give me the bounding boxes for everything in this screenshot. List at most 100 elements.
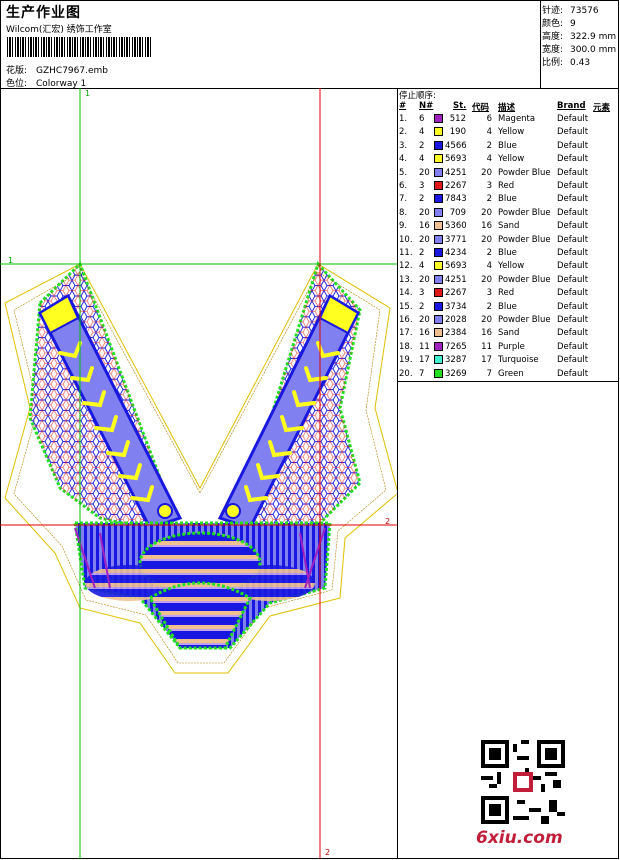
row-needle: 17 xyxy=(419,355,430,366)
row-description: Powder Blue xyxy=(498,207,551,218)
color-sequence-row: 13. 20 4251 20 Powder Blue Default xyxy=(399,274,617,288)
row-needle: 3 xyxy=(419,288,425,299)
row-brand: Default xyxy=(557,140,589,151)
color-sequence-row: 19. 17 3287 17 Turquoise Default xyxy=(399,355,617,368)
color-sequence-row: 3. 2 4566 2 Blue Default xyxy=(399,140,617,154)
color-sequence-row: 20. 7 3269 7 Green Default xyxy=(399,368,617,382)
row-description: Blue xyxy=(498,248,517,258)
row-number: 16. xyxy=(399,315,413,325)
row-code: 16 xyxy=(481,328,492,339)
row-number: 15. xyxy=(399,301,413,312)
axis-label-left-y: 1 xyxy=(8,256,14,265)
row-code: 2 xyxy=(486,194,492,205)
color-sequence-row: 12. 4 5693 4 Yellow Default xyxy=(399,261,617,274)
row-brand: Default xyxy=(557,167,589,178)
color-sequence-row: 16. 20 2028 20 Powder Blue Default xyxy=(399,315,617,328)
row-description: Sand xyxy=(498,221,520,232)
row-stitches: 2028 xyxy=(445,315,467,325)
color-swatch xyxy=(434,288,443,298)
color-swatch xyxy=(434,328,443,338)
color-swatch xyxy=(434,221,443,231)
row-needle: 7 xyxy=(419,368,425,379)
row-stitches: 7265 xyxy=(445,341,467,352)
row-needle: 20 xyxy=(419,167,430,178)
color-swatch xyxy=(434,315,443,324)
row-stitches: 2267 xyxy=(445,288,467,299)
row-code: 20 xyxy=(481,167,492,178)
color-sequence-row: 10. 20 3771 20 Powder Blue Default xyxy=(399,234,617,248)
row-needle: 3 xyxy=(419,181,425,191)
row-number: 8. xyxy=(399,207,408,218)
row-stitches: 5693 xyxy=(445,261,467,272)
row-description: Turquoise xyxy=(498,355,539,366)
row-brand: Default xyxy=(557,301,589,312)
color-sequence-row: 9. 16 5360 16 Sand Default xyxy=(399,221,617,234)
row-brand: Default xyxy=(557,194,589,205)
row-stitches: 512 xyxy=(449,114,466,124)
color-swatch xyxy=(434,207,443,217)
row-needle: 20 xyxy=(419,315,430,325)
row-needle: 2 xyxy=(419,140,425,151)
row-needle: 2 xyxy=(419,194,425,205)
row-code: 7 xyxy=(486,368,492,379)
row-number: 17. xyxy=(399,328,413,339)
row-code: 11 xyxy=(481,341,492,352)
row-description: Powder Blue xyxy=(498,274,551,285)
row-brand: Default xyxy=(557,315,589,325)
color-swatch xyxy=(434,181,443,190)
stat-width: 宽度: 300.0 mm xyxy=(542,45,617,55)
row-code: 20 xyxy=(481,315,492,325)
row-number: 13. xyxy=(399,274,413,285)
stat-stitches: 针迹: 73576 xyxy=(542,6,599,16)
row-needle: 11 xyxy=(419,341,430,352)
row-description: Powder Blue xyxy=(498,234,551,245)
row-stitches: 190 xyxy=(449,127,466,138)
row-code: 6 xyxy=(486,114,492,124)
row-needle: 2 xyxy=(419,248,425,258)
row-code: 3 xyxy=(486,288,492,299)
color-swatch xyxy=(434,261,443,271)
color-sequence-header: # N# St. 代码 描述 Brand 元素 xyxy=(399,101,611,113)
row-number: 12. xyxy=(399,261,413,272)
row-description: Powder Blue xyxy=(498,315,551,325)
row-stitches: 5360 xyxy=(445,221,467,232)
row-number: 7. xyxy=(399,194,408,205)
row-needle: 4 xyxy=(419,261,425,272)
row-description: Red xyxy=(498,181,515,191)
watermark: 6xiu.com xyxy=(476,828,563,848)
row-brand: Default xyxy=(557,328,589,339)
row-brand: Default xyxy=(557,355,589,366)
row-number: 20. xyxy=(399,368,413,379)
row-code: 4 xyxy=(486,154,492,165)
color-swatch xyxy=(434,114,443,123)
color-swatch xyxy=(434,194,443,204)
row-code: 16 xyxy=(481,221,492,232)
row-brand: Default xyxy=(557,114,589,124)
color-sequence-row: 6. 3 2267 3 Red Default xyxy=(399,181,617,194)
stat-scale: 比例: 0.43 xyxy=(542,58,591,68)
row-brand: Default xyxy=(557,207,589,218)
row-needle: 16 xyxy=(419,328,430,339)
row-brand: Default xyxy=(557,368,589,379)
row-description: Sand xyxy=(498,328,520,339)
row-stitches: 2384 xyxy=(445,328,467,339)
row-brand: Default xyxy=(557,127,589,138)
color-swatch xyxy=(434,234,443,244)
row-number: 2. xyxy=(399,127,408,138)
axis-label-right-y: 2 xyxy=(385,517,391,526)
color-swatch xyxy=(434,167,443,177)
row-description: Green xyxy=(498,368,524,379)
color-swatch xyxy=(434,154,443,164)
row-description: Powder Blue xyxy=(498,167,551,178)
row-description: Purple xyxy=(498,341,525,352)
row-brand: Default xyxy=(557,288,589,299)
color-sequence-row: 17. 16 2384 16 Sand Default xyxy=(399,328,617,341)
color-swatch xyxy=(434,341,443,351)
row-stitches: 709 xyxy=(449,207,466,218)
page-title: 生产作业图 xyxy=(6,5,81,21)
row-brand: Default xyxy=(557,248,589,258)
color-swatch xyxy=(434,248,443,257)
row-needle: 4 xyxy=(419,154,425,165)
design-file-line: 花版: GZHC7967.emb xyxy=(6,66,108,76)
row-code: 20 xyxy=(481,274,492,285)
